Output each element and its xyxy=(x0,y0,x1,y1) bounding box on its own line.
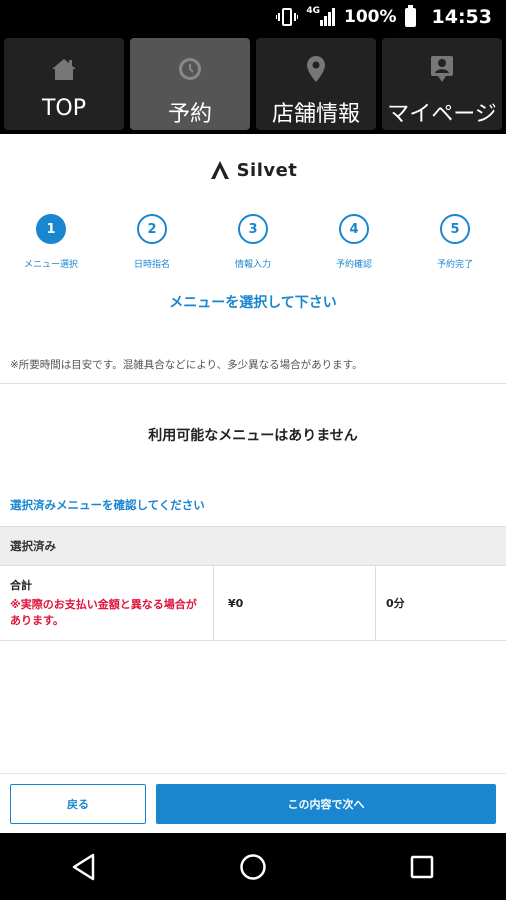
duration-note: ※所要時間は目安です。混雑具合などにより、多少異なる場合があります。 xyxy=(10,359,363,371)
step-label: 予約確認 xyxy=(335,260,372,270)
step-3: 3 情報入力 xyxy=(208,214,298,270)
location-pin-icon xyxy=(299,52,333,86)
clock-icon xyxy=(173,52,207,86)
signal-icon: 4G xyxy=(306,6,336,26)
step-label: 日時指名 xyxy=(133,260,170,270)
tab-label: TOP xyxy=(41,96,87,121)
tab-store-info[interactable]: 店舗情報 xyxy=(256,38,376,130)
logo-text: Silvet xyxy=(236,159,298,181)
tab-label: マイページ xyxy=(387,102,497,127)
tab-label: 店舗情報 xyxy=(271,102,360,127)
step-label: 情報入力 xyxy=(234,260,271,270)
step-number: 4 xyxy=(339,214,369,244)
vibrate-icon xyxy=(276,8,299,26)
battery-percent: 100% xyxy=(343,7,397,27)
battery-icon xyxy=(404,4,416,27)
step-4: 4 予約確認 xyxy=(309,214,399,270)
selected-header: 選択済み xyxy=(0,526,506,566)
back-triangle-icon[interactable] xyxy=(54,837,114,897)
step-number: 1 xyxy=(36,214,66,244)
recents-square-icon[interactable] xyxy=(392,837,452,897)
price-warning: ※実際のお支払い金額と異なる場合があります。 xyxy=(10,598,197,627)
step-label: 予約完了 xyxy=(436,260,473,270)
instruction-text: メニューを選択して下さい xyxy=(169,295,337,311)
total-price: ¥0 xyxy=(214,566,376,640)
tab-top[interactable]: TOP xyxy=(4,38,124,130)
profile-icon xyxy=(425,52,459,86)
status-bar: 4G 100% 14:53 xyxy=(0,0,506,34)
top-nav: TOP 予約 店舗情報 マイページ xyxy=(0,34,506,134)
clock-time: 14:53 xyxy=(431,6,492,28)
action-bar: 戻る この内容で次へ xyxy=(0,773,506,833)
total-duration: 0分 xyxy=(386,597,405,610)
step-label: メニュー選択 xyxy=(23,260,78,270)
brand-logo: Silvet xyxy=(0,150,506,190)
step-number: 2 xyxy=(137,214,167,244)
logo-mark-icon xyxy=(210,161,229,179)
next-button[interactable]: この内容で次へ xyxy=(156,784,496,824)
back-button[interactable]: 戻る xyxy=(10,784,146,824)
divider xyxy=(0,383,506,384)
system-nav-bar xyxy=(0,833,506,900)
total-label: 合計 xyxy=(10,579,32,592)
empty-menu-message: 利用可能なメニューはありません xyxy=(148,428,358,444)
tab-label: 予約 xyxy=(167,102,212,127)
selected-summary-row: 合計 ※実際のお支払い金額と異なる場合があります。 ¥0 0分 xyxy=(0,566,506,641)
step-5: 5 予約完了 xyxy=(410,214,500,270)
step-1: 1 メニュー選択 xyxy=(6,214,96,270)
step-indicator: 1 メニュー選択 2 日時指名 3 情報入力 4 予約確認 5 予約完了 xyxy=(0,214,506,284)
tab-reservation[interactable]: 予約 xyxy=(130,38,250,130)
total-cell: 合計 ※実際のお支払い金額と異なる場合があります。 xyxy=(0,566,214,640)
step-number: 3 xyxy=(238,214,268,244)
tab-mypage[interactable]: マイページ xyxy=(382,38,502,130)
home-icon xyxy=(47,52,81,86)
step-2: 2 日時指名 xyxy=(107,214,197,270)
network-type: 4G xyxy=(306,6,320,16)
confirm-selected-link[interactable]: 選択済みメニューを確認してください xyxy=(10,497,205,513)
step-number: 5 xyxy=(440,214,470,244)
home-circle-icon[interactable] xyxy=(223,837,283,897)
